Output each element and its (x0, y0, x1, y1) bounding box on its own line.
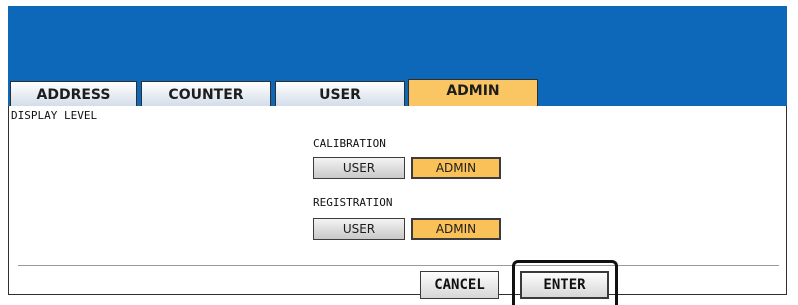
calibration-admin-button[interactable]: ADMIN (411, 157, 501, 179)
calibration-user-button[interactable]: USER (313, 157, 405, 179)
registration-label: REGISTRATION (313, 196, 393, 209)
display-level-panel (8, 106, 787, 295)
tab-admin[interactable]: ADMIN (408, 79, 538, 106)
header-band (8, 6, 787, 79)
enter-highlight-frame (512, 260, 618, 305)
tab-bar: ADDRESS COUNTER USER ADMIN (8, 79, 787, 106)
divider (18, 265, 779, 266)
tab-user[interactable]: USER (275, 81, 405, 106)
cancel-button[interactable]: CANCEL (420, 271, 499, 299)
page-title: DISPLAY LEVEL (11, 109, 98, 122)
registration-user-button[interactable]: USER (313, 218, 405, 240)
tab-address[interactable]: ADDRESS (10, 81, 137, 106)
registration-admin-button[interactable]: ADMIN (411, 218, 501, 240)
calibration-label: CALIBRATION (313, 137, 386, 150)
tab-counter[interactable]: COUNTER (141, 81, 271, 106)
